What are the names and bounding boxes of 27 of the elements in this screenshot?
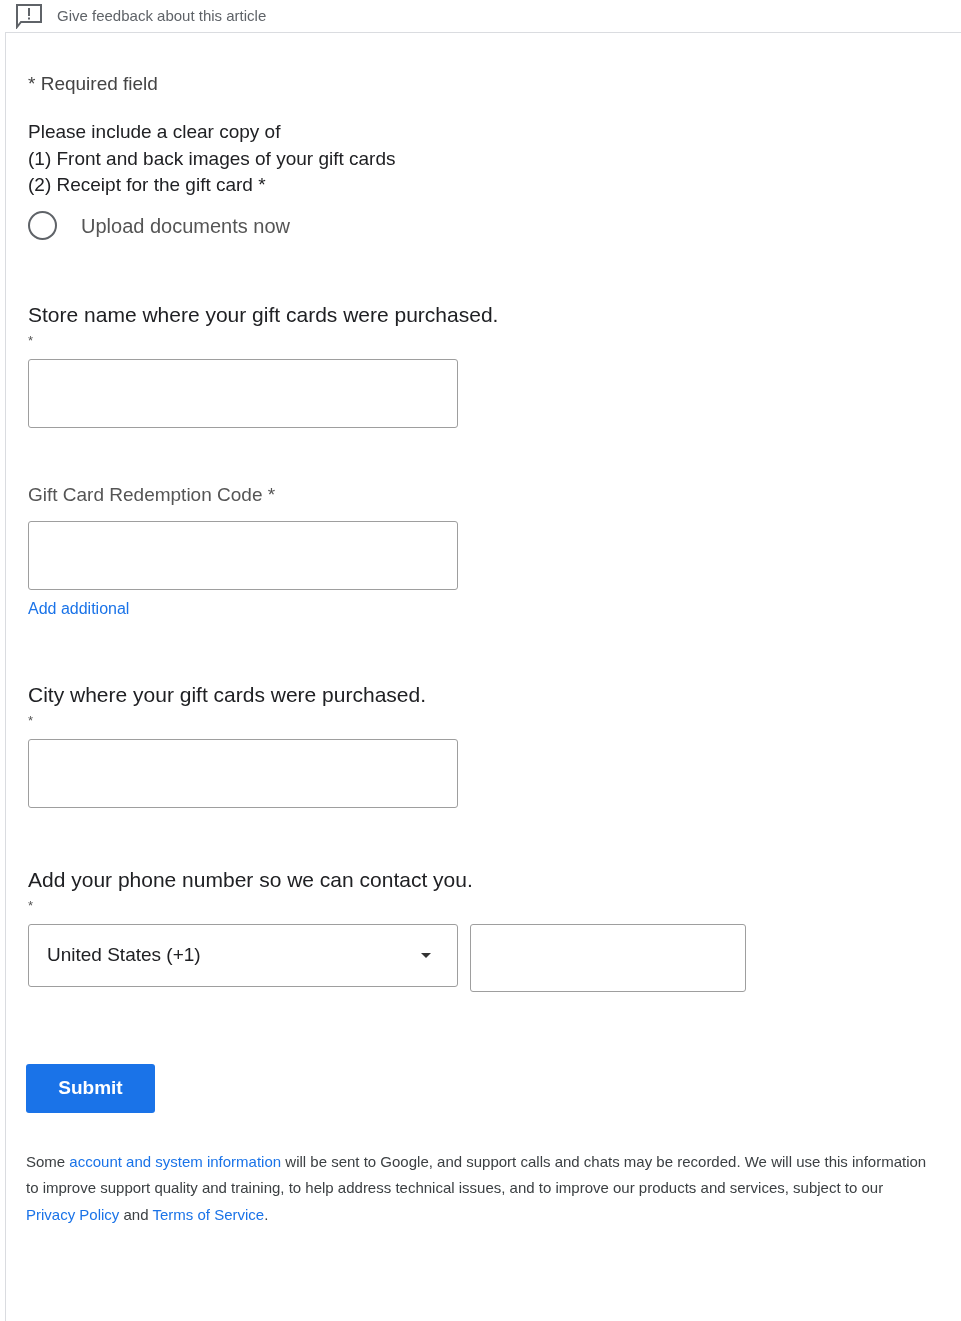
country-dropdown[interactable]: United States (+1) [28, 923, 458, 987]
radio-label: Upload documents now [81, 213, 290, 239]
submit-button[interactable]: Submit [26, 1063, 155, 1113]
disclaimer-text: Some account and system information will be sent to Google, and support calls and chats may be recorded. We will use this information to improve support quality and training, to help address technical issues, and to improve our products and services, subject to our Privacy Policy and Terms of Service. [26, 1151, 928, 1225]
instruction-line: (2) Receipt for the gift card * [28, 173, 267, 197]
feedback-icon [15, 3, 43, 29]
add-additional-link[interactable]: Add additional [28, 598, 130, 619]
text-field[interactable] [28, 738, 458, 808]
required-note: * Required field [28, 72, 159, 96]
feedback-link[interactable]: Give feedback about this article [57, 4, 267, 28]
disclaimer-link[interactable]: Privacy Policy [26, 1205, 120, 1223]
required-mark: * [28, 712, 35, 729]
instruction-line: Please include a clear copy of [28, 120, 282, 144]
question-label: City where your gift cards were purchased. [28, 681, 427, 708]
question-label: Add your phone number so we can contact you. [28, 866, 474, 893]
radio-button[interactable] [28, 211, 57, 240]
text-field[interactable] [28, 358, 458, 428]
phone-field[interactable] [470, 923, 746, 992]
field-label: Gift Card Redemption Code * [28, 482, 277, 507]
required-mark: * [28, 332, 35, 349]
instruction-line: (1) Front and back images of your gift cards [28, 146, 397, 171]
question-label: Store name where your gift cards were purchased. [28, 301, 500, 328]
disclaimer-link[interactable]: Terms of Service [152, 1205, 265, 1223]
disclaimer-link[interactable]: account and system information [69, 1152, 282, 1170]
caret-icon [421, 952, 431, 958]
required-mark: * [28, 897, 35, 914]
text-field[interactable] [28, 520, 458, 590]
